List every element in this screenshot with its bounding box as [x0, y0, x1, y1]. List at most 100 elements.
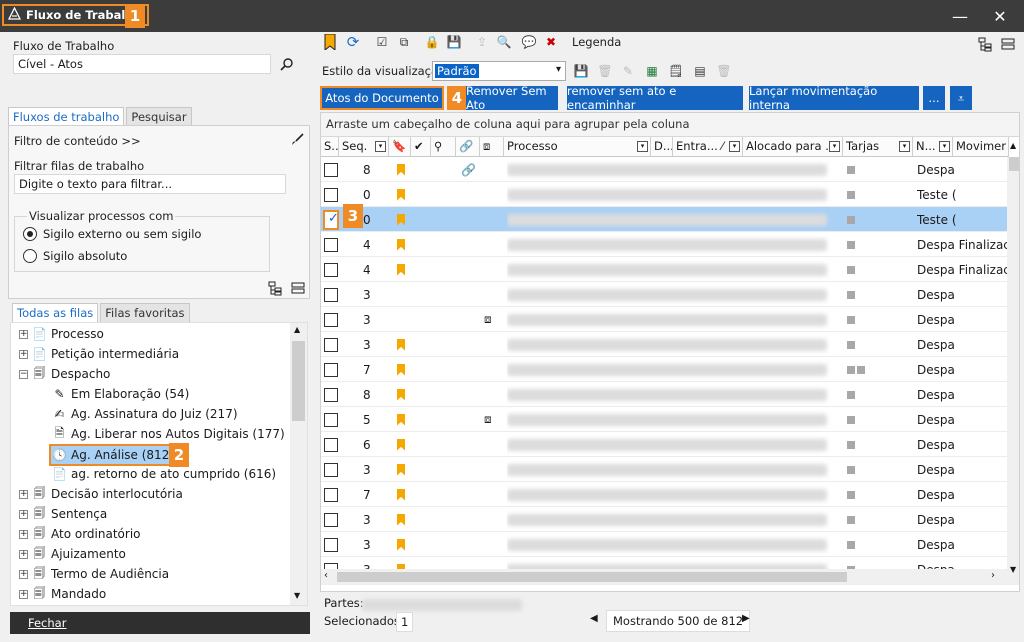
row-checkbox[interactable] [324, 387, 338, 402]
col-header-users[interactable]: ⚲ [431, 137, 456, 157]
scroll-thumb[interactable] [1009, 157, 1019, 171]
tree-item-ajuizamento[interactable]: + 🗐 Ajuizamento [19, 544, 126, 564]
table-row[interactable]: 6 Despa [321, 432, 1007, 457]
check-list-icon[interactable]: ☑ [374, 34, 390, 50]
remove-comment-icon[interactable]: ✖ [543, 34, 559, 50]
document-list-icon[interactable]: 🗒 [668, 63, 684, 79]
scroll-down-icon[interactable]: ▼ [294, 591, 300, 600]
row-checkbox[interactable] [324, 337, 338, 352]
table-row[interactable]: 5 ⧈ Despa [321, 407, 1007, 432]
delete-icon[interactable]: 🗑 [597, 63, 613, 79]
tab-todas-filas[interactable]: Todas as filas [12, 303, 99, 322]
tree-item-sentenca[interactable]: + 🗐 Sentença [19, 504, 107, 524]
row-checkbox-cell[interactable] [323, 182, 339, 207]
row-checkbox[interactable] [324, 412, 338, 427]
row-checkbox[interactable] [324, 262, 338, 277]
row-checkbox-cell[interactable] [323, 307, 339, 332]
row-checkbox-cell[interactable] [323, 532, 339, 557]
tree-item-ag-assinatura[interactable]: ✍ Ag. Assinatura do Juiz (217) [53, 404, 237, 424]
collapse-icon[interactable]: − [19, 369, 28, 379]
col-header-link[interactable]: 🔗 [456, 137, 480, 157]
row-checkbox[interactable] [324, 162, 338, 177]
expand-icon[interactable]: + [19, 569, 28, 579]
filter-icon[interactable]: ▾ [637, 141, 648, 152]
row-checkbox-cell[interactable] [323, 407, 339, 432]
expand-icon[interactable]: + [19, 509, 28, 519]
col-header-tarjas[interactable]: Tarjas ▾ [843, 137, 913, 157]
row-checkbox[interactable] [324, 237, 338, 252]
tree-item-decisao[interactable]: + 🗐 Decisão interlocutória [19, 484, 183, 504]
col-header-bookmark[interactable]: 🔖 [389, 137, 411, 157]
scroll-left-icon[interactable]: ‹ [324, 570, 328, 581]
row-checkbox[interactable] [324, 437, 338, 452]
table-row[interactable]: 3 Despa [321, 332, 1007, 357]
tree-item-em-elaboracao[interactable]: ✎ Em Elaboração (54) [53, 384, 189, 404]
table-row[interactable]: 0 Teste ( [321, 182, 1007, 207]
table-row[interactable]: 3 Despa [321, 507, 1007, 532]
table-row[interactable]: 8 Despa [321, 382, 1007, 407]
expand-all-icon[interactable] [267, 280, 283, 296]
row-checkbox[interactable]: ✓ [323, 209, 339, 230]
row-checkbox[interactable] [324, 312, 338, 327]
scroll-right-icon[interactable]: › [991, 570, 995, 581]
expand-icon[interactable]: + [19, 329, 28, 339]
view-style-select[interactable]: Padrão ▾ [432, 61, 566, 81]
refresh-icon[interactable]: ⟳ [345, 33, 361, 51]
hscroll-thumb[interactable] [337, 572, 847, 582]
expand-icon[interactable]: + [19, 529, 28, 539]
comment-icon[interactable]: 💬 [521, 34, 537, 50]
expand-icon[interactable]: + [19, 349, 28, 359]
search-icon[interactable] [279, 56, 295, 72]
chevron-down-icon[interactable]: ▾ [556, 64, 561, 75]
row-checkbox-cell[interactable] [323, 357, 339, 382]
row-checkbox-cell[interactable] [323, 457, 339, 482]
table-row[interactable]: 3 Despa [321, 282, 1007, 307]
lancar-movimentacao-button[interactable]: Lançar movimentação interna [749, 84, 919, 112]
scroll-down-icon[interactable]: ▼ [1010, 565, 1016, 574]
row-checkbox[interactable] [324, 537, 338, 552]
filter-icon[interactable]: ▾ [939, 141, 950, 152]
expand-icon[interactable]: + [19, 589, 28, 599]
col-header-check[interactable]: ✔ [411, 137, 431, 157]
table-row[interactable]: 4 Despa Finalizac [321, 232, 1007, 257]
table-row[interactable]: 8 🔗 Despa [321, 157, 1007, 182]
row-checkbox-cell[interactable] [323, 232, 339, 257]
col-header-d[interactable]: D... [651, 137, 673, 157]
col-header-movimento[interactable]: Movimer [953, 137, 1009, 157]
excel-icon[interactable]: ▦ [644, 63, 660, 79]
expand-icon[interactable]: + [19, 549, 28, 559]
row-checkbox[interactable] [324, 287, 338, 302]
tree-item-ag-retorno[interactable]: 📄 ag. retorno de ato cumprido (616) [52, 464, 276, 484]
atos-documento-button[interactable]: Atos do Documento [320, 86, 444, 110]
tree-item-processo[interactable]: + 📄 Processo [19, 324, 104, 344]
scroll-thumb[interactable] [292, 341, 305, 421]
filter-icon[interactable]: ▾ [375, 141, 386, 152]
search-document-icon[interactable]: 🔍 [496, 34, 512, 50]
col-header-processo[interactable]: Processo ▾ [504, 137, 651, 157]
trash-icon[interactable]: 🗑 [716, 63, 732, 79]
brush-icon[interactable] [289, 132, 305, 148]
actions-dropdown-icon[interactable]: ⩡ [950, 86, 972, 110]
tree-item-ag-liberar[interactable]: 🗎 Ag. Liberar nos Autos Digitais (177) [53, 424, 285, 444]
lock-document-icon[interactable]: 🔒 [424, 34, 440, 50]
tree-item-ato-ordinatorio[interactable]: + 🗐 Ato ordinatório [19, 524, 141, 544]
minimize-icon[interactable]: — [950, 6, 970, 26]
table-row[interactable]: ✓ 0 Teste ( [321, 207, 1007, 232]
row-checkbox-cell[interactable]: ✓ [323, 207, 339, 232]
row-checkbox[interactable] [324, 187, 338, 202]
filter-icon[interactable]: ▾ [899, 141, 910, 152]
close-button[interactable]: Fechar [10, 612, 310, 634]
tree-scrollbar[interactable]: ▲ ▼ [290, 323, 307, 605]
row-checkbox-cell[interactable] [323, 432, 339, 457]
row-checkbox[interactable] [324, 487, 338, 502]
tree-item-ag-analise[interactable]: 🕓 Ag. Análise (812) [49, 444, 181, 466]
table-row[interactable]: 4 Despa Finalizac [321, 257, 1007, 282]
row-checkbox-cell[interactable] [323, 507, 339, 532]
remover-encaminhar-button[interactable]: remover sem ato e encaminhar [567, 84, 743, 112]
row-checkbox-cell[interactable] [323, 332, 339, 357]
view-settings-icon[interactable]: ▤ [692, 63, 708, 79]
grid-vscrollbar[interactable]: ▲ ▼ [1007, 141, 1019, 585]
prev-page-icon[interactable]: ◀ [590, 613, 598, 624]
col-header-entrada[interactable]: Entra... ⁄ ▾ [673, 137, 743, 157]
table-row[interactable]: 7 Despa [321, 357, 1007, 382]
